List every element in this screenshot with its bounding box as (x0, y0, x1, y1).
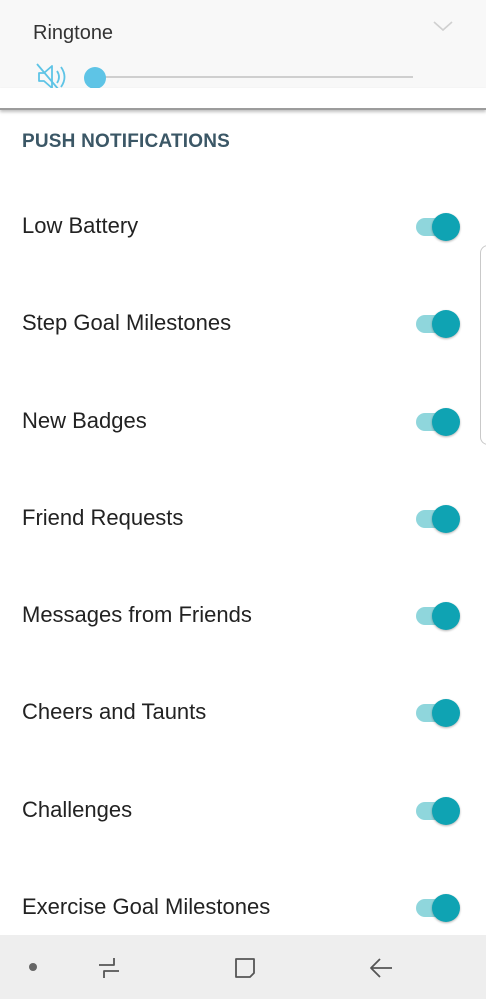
toggle-thumb (432, 894, 460, 923)
toggle-thumb (432, 602, 460, 631)
recent-apps-icon[interactable] (96, 955, 122, 981)
notification-label: New Badges (22, 407, 147, 433)
notification-list: Low Battery Step Goal Milestones New Bad… (0, 177, 486, 955)
toggle-switch[interactable] (416, 213, 464, 241)
notification-row-new-badges[interactable]: New Badges (0, 372, 486, 469)
notification-row-messages-from-friends[interactable]: Messages from Friends (0, 566, 486, 663)
volume-slider-track[interactable] (95, 76, 413, 78)
toggle-thumb (432, 504, 460, 533)
notification-row-friend-requests[interactable]: Friend Requests (0, 469, 486, 566)
notification-row-challenges[interactable]: Challenges (0, 761, 486, 858)
toggle-switch[interactable] (416, 602, 464, 631)
notification-row-step-goal-milestones[interactable]: Step Goal Milestones (0, 274, 486, 371)
toggle-switch[interactable] (416, 796, 464, 825)
volume-panel: Ringtone (0, 0, 486, 91)
toggle-switch[interactable] (416, 699, 464, 728)
notification-row-cheers-and-taunts[interactable]: Cheers and Taunts (0, 663, 486, 760)
toggle-switch[interactable] (416, 504, 464, 533)
back-icon[interactable] (368, 955, 394, 981)
notification-row-low-battery[interactable]: Low Battery (0, 177, 486, 274)
toggle-thumb (432, 407, 460, 436)
toggle-switch[interactable] (416, 310, 464, 339)
chevron-down-icon[interactable] (430, 18, 456, 34)
nav-dot-icon[interactable] (29, 963, 37, 971)
volume-panel-shadow (0, 88, 486, 110)
toggle-thumb (432, 310, 460, 339)
notification-label: Low Battery (22, 213, 139, 238)
notification-label: Challenges (22, 796, 133, 822)
notification-label: Messages from Friends (22, 602, 252, 628)
toggle-thumb (432, 796, 460, 825)
notification-label: Friend Requests (22, 504, 184, 530)
notification-label: Step Goal Milestones (22, 310, 232, 336)
toggle-switch[interactable] (416, 407, 464, 436)
toggle-switch[interactable] (416, 894, 464, 923)
screen: Ringtone PUSH NOTIFICATIONS Low Battery … (0, 0, 486, 999)
edge-panel-handle[interactable] (480, 245, 486, 445)
volume-slider-thumb[interactable] (84, 67, 106, 89)
toggle-thumb (432, 699, 460, 728)
section-title: PUSH NOTIFICATIONS (22, 131, 231, 152)
ringtone-label: Ringtone (33, 22, 114, 44)
home-icon[interactable] (232, 955, 258, 981)
notification-label: Exercise Goal Milestones (22, 894, 271, 920)
toggle-thumb (432, 213, 460, 241)
navigation-bar (0, 935, 486, 999)
notification-label: Cheers and Taunts (22, 699, 207, 725)
